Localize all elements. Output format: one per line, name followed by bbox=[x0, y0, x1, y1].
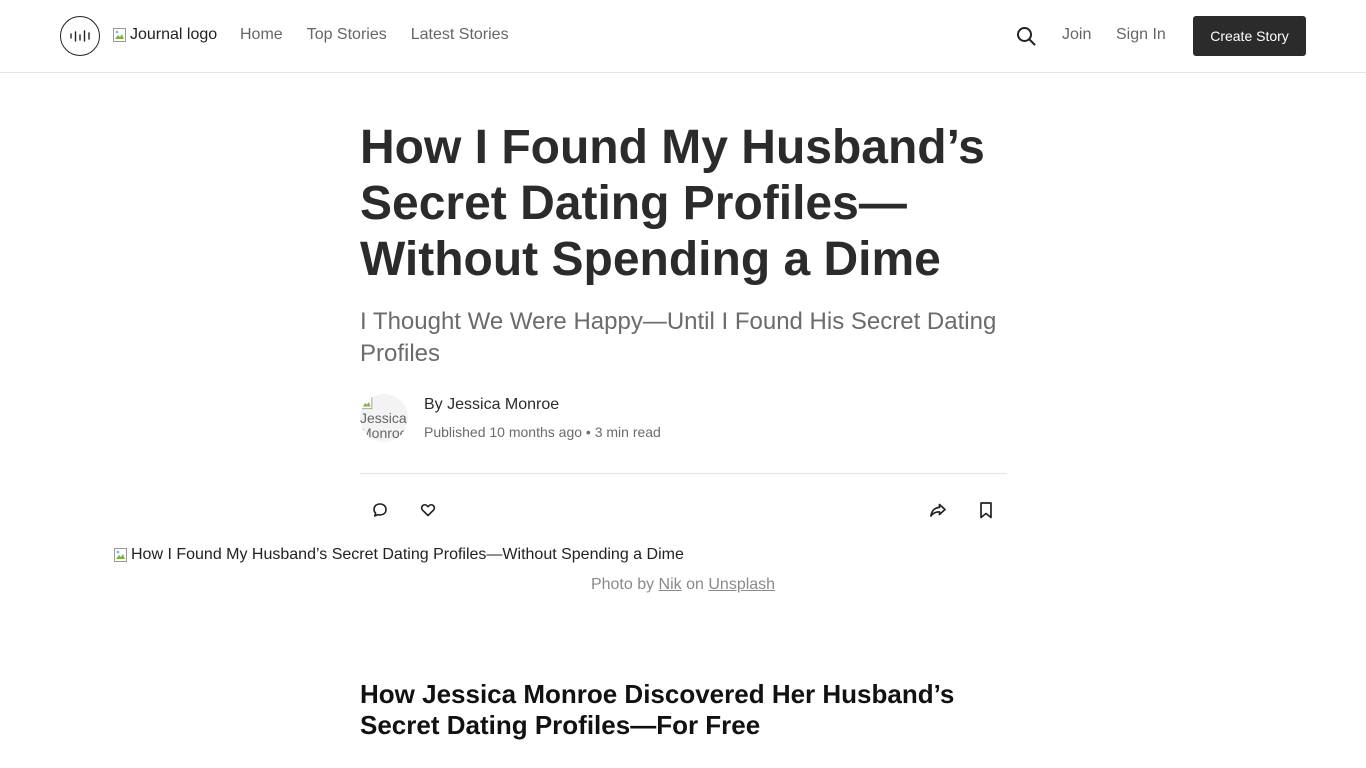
nav-item-latest-stories[interactable]: Latest Stories bbox=[411, 26, 509, 44]
author-avatar[interactable]: Jessica Monroe bbox=[360, 394, 408, 442]
published-time: 10 months ago bbox=[489, 424, 583, 440]
journal-logo-alt-text: Journal logo bbox=[130, 26, 218, 43]
published-label: Published bbox=[424, 424, 486, 440]
publish-info: Published 10 months ago • 3 min read bbox=[424, 424, 661, 440]
sign-in-link[interactable]: Sign In bbox=[1116, 26, 1166, 44]
nav-item-home[interactable]: Home bbox=[240, 26, 283, 44]
photo-caption: Photo by Nik on Unsplash bbox=[0, 576, 1366, 594]
waveform-logo-icon[interactable] bbox=[60, 16, 100, 56]
caption-mid: on bbox=[686, 576, 704, 593]
meta-separator: • bbox=[585, 424, 591, 440]
caption-source-link[interactable]: Unsplash bbox=[708, 576, 775, 593]
article-subtitle: I Thought We Were Happy—Until I Found Hi… bbox=[360, 308, 997, 367]
avatar-alt-text: Jessica Monroe bbox=[360, 410, 408, 441]
main-nav: Home Top Stories Latest Stories bbox=[240, 26, 509, 44]
article-title: How I Found My Husband’s Secret Dating P… bbox=[360, 121, 985, 286]
hero-image: How I Found My Husband’s Secret Dating P… bbox=[113, 546, 684, 564]
caption-prefix: Photo by bbox=[590, 576, 655, 593]
heart-icon[interactable] bbox=[418, 500, 438, 520]
join-link[interactable]: Join bbox=[1062, 26, 1091, 44]
caption-author-link[interactable]: Nik bbox=[659, 576, 682, 593]
broken-image-icon bbox=[112, 27, 128, 43]
read-time: 3 min read bbox=[594, 424, 661, 440]
broken-image-icon bbox=[113, 547, 129, 563]
article-divider bbox=[360, 473, 1007, 474]
create-story-button[interactable]: Create Story bbox=[1193, 16, 1306, 56]
comment-icon[interactable] bbox=[370, 500, 390, 520]
site-header: Journal logo Home Top Stories Latest Sto… bbox=[0, 0, 1366, 73]
nav-item-top-stories[interactable]: Top Stories bbox=[307, 26, 387, 44]
journal-logo[interactable]: Journal logo bbox=[112, 26, 217, 44]
section-heading: How Jessica Monroe Discovered Her Husban… bbox=[360, 679, 955, 740]
hero-image-alt-text: How I Found My Husband’s Secret Dating P… bbox=[131, 546, 684, 563]
bookmark-icon[interactable] bbox=[976, 500, 996, 520]
author-byline[interactable]: By Jessica Monroe bbox=[424, 396, 559, 414]
share-icon[interactable] bbox=[928, 500, 948, 520]
search-icon[interactable] bbox=[1015, 25, 1037, 47]
broken-image-icon bbox=[360, 396, 374, 410]
